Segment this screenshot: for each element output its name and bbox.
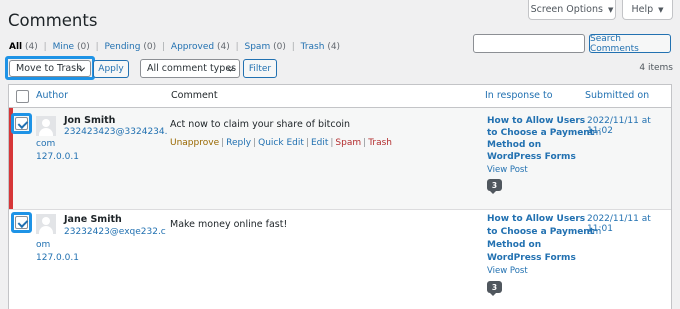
screen-options-label: Screen Options (530, 4, 603, 15)
separator: | (330, 138, 334, 148)
separator: | (291, 42, 295, 52)
search-comments-button[interactable]: Search Comments (589, 34, 671, 54)
filter-all[interactable]: All (9, 42, 22, 52)
caret-down-icon: ▼ (607, 5, 614, 14)
filter-button[interactable]: Filter (243, 59, 277, 78)
author-ip[interactable]: 127.0.0.1 (36, 152, 79, 162)
separator: | (363, 138, 367, 148)
filter-mine[interactable]: Mine (53, 42, 75, 52)
separator: | (43, 42, 47, 52)
submitted-time[interactable]: am (587, 128, 601, 138)
unapprove-link[interactable]: Unapprove (170, 138, 219, 148)
column-in-response-to[interactable]: In response to (485, 90, 553, 101)
post-title-line[interactable]: Method on (487, 240, 541, 250)
chevron-down-icon (77, 63, 86, 72)
author-ip[interactable]: 127.0.0.1 (36, 253, 79, 263)
bulk-action-select[interactable]: Move to Trash (9, 60, 91, 77)
search-input[interactable] (473, 34, 585, 53)
column-submitted-on[interactable]: Submitted on (585, 90, 649, 101)
screen-options-button[interactable]: Screen Options ▼ (528, 0, 616, 20)
table-header: Author Comment In response to Submitted … (9, 85, 671, 108)
quick-edit-link[interactable]: Quick Edit (258, 138, 304, 148)
avatar (36, 214, 56, 234)
page-title: Comments (8, 11, 98, 30)
filter-spam[interactable]: Spam (245, 42, 271, 52)
author-name: Jane Smith (64, 214, 122, 225)
post-title-line[interactable]: to Choose a Payment (487, 227, 594, 237)
separator: | (305, 138, 309, 148)
comment-text: Act now to claim your share of bitcoin (170, 119, 351, 130)
comments-table: Author Comment In response to Submitted … (8, 84, 672, 309)
apply-button[interactable]: Apply (93, 60, 129, 78)
items-count: 4 items (639, 63, 673, 73)
separator: | (161, 42, 166, 52)
post-title-line[interactable]: to Choose a Payment (487, 128, 594, 138)
comment-count-bubble[interactable]: 3 (487, 281, 502, 296)
reply-link[interactable]: Reply (226, 138, 251, 148)
view-post-link[interactable]: View Post (487, 165, 528, 175)
author-name: Jon Smith (64, 115, 116, 126)
filter-approved-count: (4) (216, 42, 230, 52)
post-title-line[interactable]: How to Allow Users (487, 214, 585, 224)
separator: | (253, 138, 257, 148)
filter-pending[interactable]: Pending (105, 42, 141, 52)
help-label: Help (631, 4, 654, 15)
filter-mine-count: (0) (76, 42, 90, 52)
author-email[interactable]: 23232423@exqe232.c (64, 227, 166, 237)
post-title-line[interactable]: WordPress Forms (487, 152, 576, 162)
comment-type-value: All comment types (147, 63, 237, 74)
view-post-link[interactable]: View Post (487, 266, 528, 276)
separator: | (221, 138, 225, 148)
table-row: Jane Smith 23232423@exqe232.c om 127.0.0… (9, 211, 671, 309)
trash-link[interactable]: Trash (368, 138, 392, 148)
row-actions: Unapprove | Reply | Quick Edit | Edit | Spam | Tra… (170, 138, 392, 148)
bulk-action-value: Move to Trash (16, 63, 83, 74)
table-row: Jon Smith 232423423@3324234. com 127.0.0… (9, 108, 671, 210)
row-checkbox[interactable] (15, 216, 28, 229)
select-all-checkbox[interactable] (16, 90, 29, 103)
filter-pending-count: (0) (143, 42, 157, 52)
edit-link[interactable]: Edit (311, 138, 328, 148)
filter-trash[interactable]: Trash (301, 42, 325, 52)
avatar (36, 116, 56, 136)
filter-all-count: (4) (25, 42, 38, 52)
comment-count-bubble[interactable]: 3 (487, 179, 502, 194)
spam-link[interactable]: Spam (335, 138, 361, 148)
separator: | (95, 42, 99, 52)
submitted-time[interactable]: am (587, 227, 601, 237)
post-title-line[interactable]: How to Allow Users (487, 116, 585, 126)
filter-approved[interactable]: Approved (171, 42, 214, 52)
author-email[interactable]: 232423423@3324234. (64, 127, 167, 137)
filter-spam-count: (0) (273, 42, 286, 52)
row-checkbox[interactable] (15, 117, 28, 130)
author-email-continued[interactable]: com (36, 139, 55, 149)
author-email-continued[interactable]: om (36, 240, 50, 250)
column-comment: Comment (171, 90, 218, 101)
comment-type-select[interactable]: All comment types (140, 59, 240, 78)
column-author[interactable]: Author (36, 90, 68, 101)
caret-down-icon: ▼ (658, 5, 664, 14)
help-button[interactable]: Help ▼ (622, 0, 673, 20)
filter-trash-count: (4) (327, 42, 341, 52)
status-filter-links: All (4) | Mine (0) | Pending (0) | Appro… (9, 42, 340, 52)
post-title-line[interactable]: Method on (487, 140, 541, 150)
post-title-line[interactable]: WordPress Forms (487, 253, 576, 263)
comment-text: Make money online fast! (170, 219, 288, 230)
separator: | (235, 42, 239, 52)
